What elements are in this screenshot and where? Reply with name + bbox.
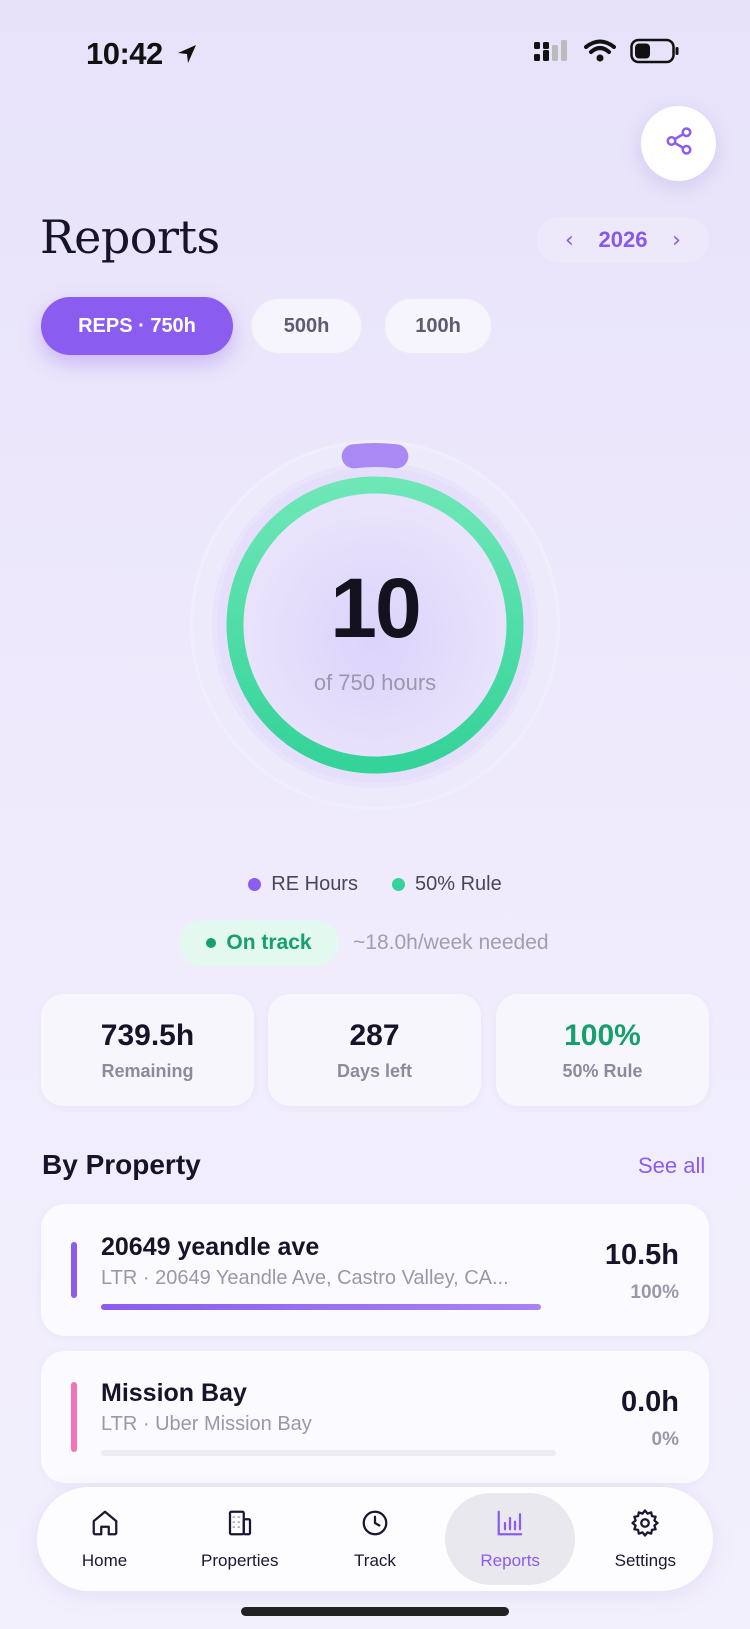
property-progress-fill <box>101 1304 541 1310</box>
filter-chip-500h[interactable]: 500h <box>250 297 363 355</box>
filter-chip-100h[interactable]: 100h <box>383 297 493 355</box>
stat-value: 100% <box>564 1018 641 1052</box>
battery-icon <box>630 38 680 69</box>
legend-re-hours: RE Hours <box>248 873 358 896</box>
legend-label: RE Hours <box>271 873 358 895</box>
section-title: By Property <box>42 1149 201 1180</box>
property-name: 20649 yeandle ave <box>101 1233 320 1261</box>
status-time: 10:42 <box>86 36 199 74</box>
legend-label: 50% Rule <box>414 873 502 895</box>
status-time-text: 10:42 <box>86 36 163 71</box>
status-badge-label: On track <box>226 931 312 954</box>
home-indicator <box>241 1607 509 1616</box>
building-icon <box>225 1508 255 1543</box>
progress-value: 10 <box>330 561 421 655</box>
tab-label: Track <box>354 1550 396 1570</box>
re-hours-arc <box>341 443 409 469</box>
property-name: Mission Bay <box>101 1379 247 1407</box>
gear-icon <box>630 1508 660 1543</box>
property-hours: 0.0h <box>620 1386 679 1418</box>
tab-label: Home <box>81 1550 128 1570</box>
property-card[interactable]: 20649 yeandle ave LTR · 20649 Yeandle Av… <box>41 1204 709 1336</box>
year-selector: ‹ 2026 › <box>537 217 709 263</box>
share-button[interactable] <box>641 106 716 181</box>
property-color-bar <box>71 1382 77 1452</box>
stat-label: Remaining <box>101 1060 194 1081</box>
status-dot <box>206 938 217 948</box>
chevron-left-icon[interactable]: ‹ <box>565 228 574 253</box>
year-label: 2026 <box>598 227 648 252</box>
legend-dot-purple <box>248 878 262 891</box>
page-title: Reports <box>40 210 220 264</box>
home-icon <box>90 1508 120 1543</box>
tab-bar: Home Properties Track Reports Settings <box>37 1487 713 1591</box>
stat-value: 287 <box>349 1018 400 1052</box>
chevron-right-icon[interactable]: › <box>672 228 681 253</box>
tab-label: Settings <box>614 1550 677 1570</box>
property-subtitle: LTR · Uber Mission Bay <box>101 1413 312 1435</box>
status-badge: On track <box>179 920 339 966</box>
tab-properties[interactable]: Properties <box>175 1493 305 1585</box>
cellular-signal-icon <box>534 39 570 68</box>
property-color-bar <box>71 1242 77 1298</box>
share-icon <box>664 126 694 161</box>
property-subtitle: LTR · 20649 Yeandle Ave, Castro Valley, … <box>101 1267 509 1289</box>
see-all-link[interactable]: See all <box>638 1153 705 1179</box>
property-hours: 10.5h <box>604 1239 679 1271</box>
progress-caption: of 750 hours <box>313 670 437 695</box>
property-progress-track <box>101 1450 556 1456</box>
tab-track[interactable]: Track <box>310 1493 440 1585</box>
property-percent: 0% <box>651 1429 679 1450</box>
stat-label: Days left <box>336 1060 413 1081</box>
tab-label: Properties <box>201 1550 279 1570</box>
tab-reports[interactable]: Reports <box>445 1493 576 1585</box>
status-indicators <box>534 38 680 69</box>
chart-icon <box>495 1508 525 1543</box>
chart-legend: RE Hours 50% Rule <box>0 873 750 896</box>
property-card[interactable]: Mission Bay LTR · Uber Mission Bay 0.0h … <box>41 1351 709 1483</box>
property-percent: 100% <box>630 1282 679 1303</box>
tab-settings[interactable]: Settings <box>580 1493 710 1585</box>
stat-card-days-left: 287 Days left <box>268 994 481 1106</box>
stat-value: 739.5h <box>100 1018 195 1052</box>
legend-dot-green <box>391 878 405 891</box>
wifi-icon <box>584 39 616 68</box>
stat-label: 50% Rule <box>562 1060 643 1081</box>
filter-chip-reps[interactable]: REPS · 750h <box>41 297 233 355</box>
stat-card-remaining: 739.5h Remaining <box>41 994 254 1106</box>
clock-icon <box>360 1508 390 1543</box>
location-arrow-icon <box>175 38 199 74</box>
stat-card-50-rule: 100% 50% Rule <box>496 994 709 1106</box>
tab-home[interactable]: Home <box>40 1493 170 1585</box>
status-note: ~18.0h/week needed <box>353 931 549 954</box>
tab-label: Reports <box>480 1550 540 1570</box>
property-progress-track <box>101 1304 541 1310</box>
legend-50-rule: 50% Rule <box>391 873 502 896</box>
